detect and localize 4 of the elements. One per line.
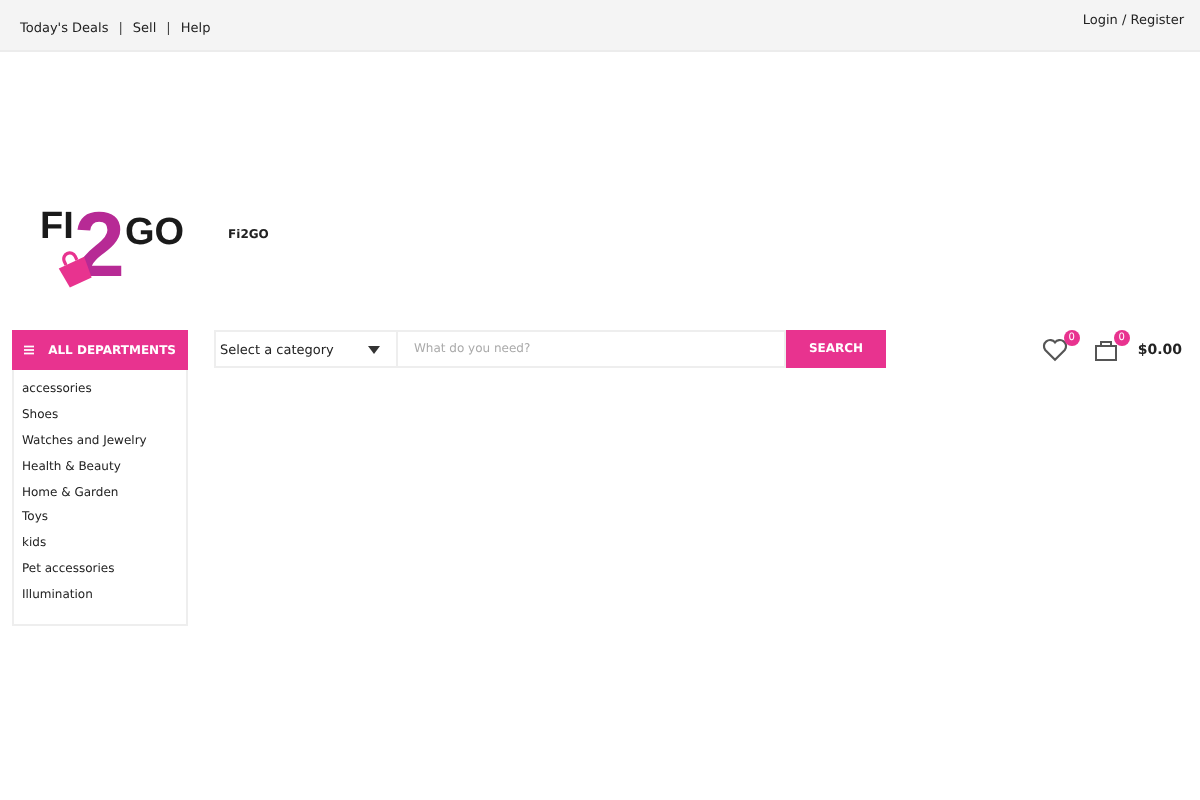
menu-icon xyxy=(24,344,35,356)
bag-icon[interactable] xyxy=(1093,338,1118,362)
heart-icon[interactable] xyxy=(1041,338,1068,362)
caret-icon xyxy=(368,345,380,353)
